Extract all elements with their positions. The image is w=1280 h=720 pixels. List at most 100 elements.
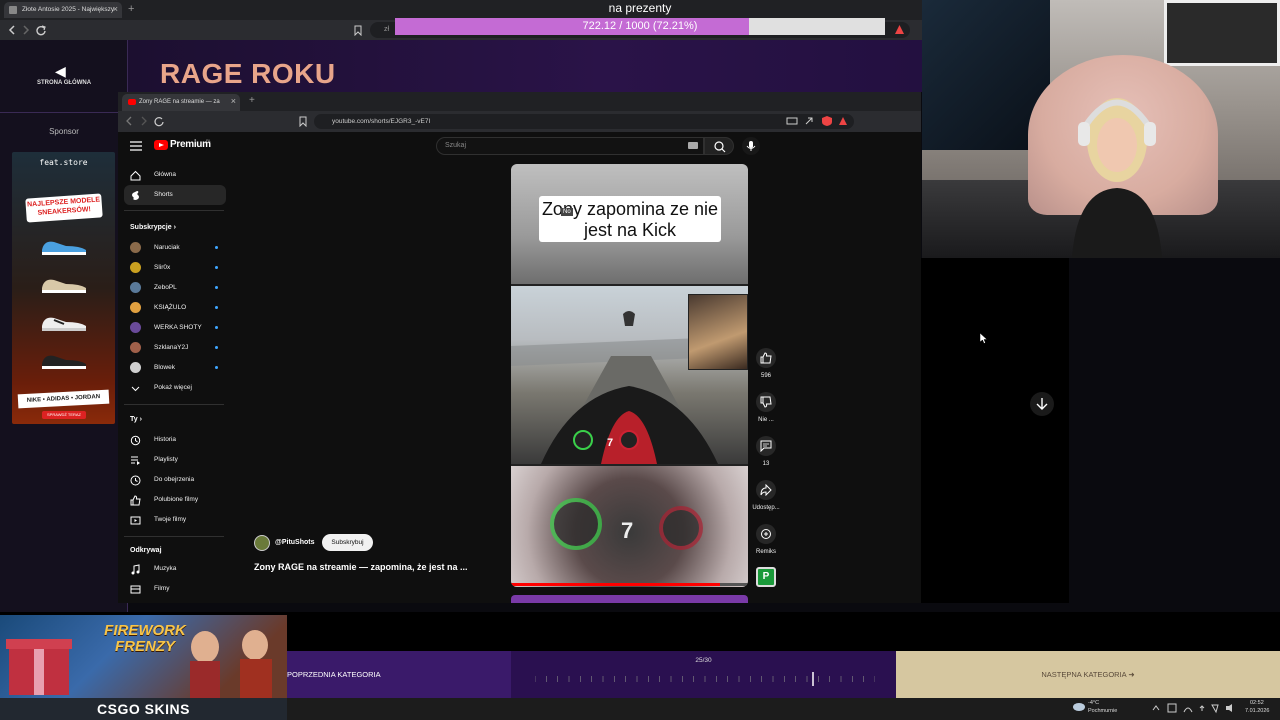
sidebar-item-watch-later[interactable]: Do obejrzenia (124, 470, 226, 490)
chevron-right-icon: › (173, 224, 176, 231)
bookmark-icon[interactable] (298, 116, 308, 127)
subscribe-button[interactable]: Subskrybuj (322, 534, 373, 551)
new-tab-button[interactable]: + (128, 3, 134, 15)
sidebar-item-films[interactable]: Filmy (124, 579, 226, 599)
sidebar-item-subscription[interactable]: KSIĄŻULO (124, 298, 226, 318)
comments-button[interactable] (756, 436, 776, 456)
inner-address-bar[interactable]: youtube.com/shorts/EJGR3_-vE7I (314, 114, 854, 129)
ad-cta-button[interactable]: SPRAWDŹ TERAZ (42, 411, 86, 419)
new-content-dot (215, 306, 218, 309)
sidebar-item-subscription[interactable]: SzklanaY2J (124, 338, 226, 358)
sidebar-item-playlists[interactable]: Playlisty (124, 450, 226, 470)
back-home-icon[interactable]: ◀ (55, 63, 66, 80)
sidebar-item-subscription[interactable]: Naruciak (124, 238, 226, 258)
reload-icon[interactable] (152, 114, 166, 128)
channel-avatar (130, 322, 141, 333)
reload-icon[interactable] (33, 22, 49, 38)
inner-url-text: youtube.com/shorts/EJGR3_-vE7I (332, 118, 431, 125)
remix-button[interactable] (756, 524, 776, 544)
sound-channel-avatar[interactable]: P (756, 567, 776, 587)
sidebar-divider (124, 210, 224, 211)
new-content-dot (215, 366, 218, 369)
channel-avatar[interactable] (254, 535, 270, 551)
sidebar-item-home[interactable]: Główna (124, 165, 226, 185)
sidebar-item-music[interactable]: Muzyka (124, 559, 226, 579)
chevron-down-icon (131, 386, 140, 392)
search-input[interactable]: Szukaj (436, 137, 704, 155)
new-tab-button[interactable]: + (249, 95, 255, 106)
svg-text:7: 7 (607, 437, 613, 449)
weather-description[interactable]: Pochmurnie (1088, 708, 1117, 714)
like-button[interactable] (756, 348, 776, 368)
youtube-tab[interactable]: Zony RAGE na streamie — za × (122, 94, 240, 111)
new-content-dot (215, 266, 218, 269)
short-progress-bar[interactable] (511, 583, 748, 586)
sidebar-item-shorts[interactable]: Shorts (124, 185, 226, 205)
sidebar-item-subscription[interactable]: ZeboPL (124, 278, 226, 298)
screen-icon[interactable] (786, 116, 798, 126)
sneaker-icon (42, 279, 86, 293)
remix-icon (761, 529, 771, 539)
short-title[interactable]: Zony RAGE na streamie — zapomina, że jes… (254, 562, 468, 572)
next-short-preview[interactable] (511, 595, 748, 603)
music-icon (131, 564, 140, 575)
previous-category-label: POPRZEDNIA KATEGORIA (287, 670, 381, 679)
share-button[interactable] (756, 480, 776, 500)
search-button[interactable] (704, 137, 734, 155)
outer-browser-tab[interactable]: Złote Antosie 2025 - Największy × (4, 2, 122, 18)
warning-icon[interactable] (838, 116, 848, 126)
sidebar-item-label: Twoje filmy (154, 516, 187, 523)
webcam-wall-picture (1164, 0, 1280, 66)
game-ad-banner[interactable]: FIREWORK FRENZY (0, 615, 287, 698)
dislike-button[interactable] (756, 392, 776, 412)
share-page-icon[interactable] (804, 116, 814, 126)
hamburger-menu-icon[interactable] (130, 141, 142, 151)
new-content-dot (215, 346, 218, 349)
youtube-logo-icon[interactable] (154, 140, 168, 150)
sponsor-ad[interactable]: feat.store NAJLEPSZE MODELE SNEAKERSÓW! … (12, 152, 115, 424)
sneaker-icon (42, 317, 86, 331)
clock-time[interactable]: 02:52 (1250, 700, 1264, 706)
extension-shield-icon[interactable] (821, 115, 833, 127)
back-arrow-icon[interactable] (122, 114, 136, 128)
home-icon (130, 170, 141, 181)
forward-arrow-icon[interactable] (137, 114, 151, 128)
subscriptions-heading[interactable]: Subskrypcje › (130, 224, 176, 231)
next-short-button[interactable] (1030, 392, 1054, 416)
you-heading[interactable]: Ty › (130, 416, 142, 423)
game-characters-image (190, 630, 272, 698)
close-tab-icon[interactable]: × (113, 4, 118, 14)
next-category-button[interactable]: NASTĘPNA KATEGORIA ➜ (896, 651, 1280, 698)
sidebar-divider (0, 112, 128, 113)
show-more-button[interactable]: Pokaż więcej (124, 378, 226, 398)
sidebar-item-label: Historia (154, 436, 177, 443)
streamer-person-image (1072, 98, 1162, 258)
csgo-skins-banner[interactable]: CSGO SKINS (0, 698, 287, 720)
channel-name[interactable]: @PituShots (275, 539, 315, 546)
short-video-player[interactable]: Zony zapomina ze nie jest na Kick No 7 7 (511, 164, 748, 587)
keyboard-icon[interactable] (688, 142, 698, 149)
sidebar-item-label: Shorts (154, 191, 173, 198)
sidebar-item-history[interactable]: Historia (124, 430, 226, 450)
home-link[interactable]: STRONA GŁÓWNA (0, 80, 128, 86)
clock-date[interactable]: 7.01.2026 (1245, 708, 1269, 714)
system-tray-icons[interactable] (1150, 702, 1240, 714)
ad-headline: NAJLEPSZE MODELE SNEAKERSÓW! (25, 193, 103, 223)
sidebar-item-subscription[interactable]: Blowek (124, 358, 226, 378)
weather-temperature[interactable]: -4°C (1088, 700, 1099, 706)
bookmark-icon[interactable] (352, 24, 364, 36)
close-tab-icon[interactable]: × (231, 96, 236, 106)
ad-brand-logo: feat.store (39, 158, 88, 167)
voice-search-button[interactable] (742, 137, 760, 155)
windows-taskbar (287, 698, 1280, 720)
previous-category-button[interactable]: POPRZEDNIA KATEGORIA (287, 651, 511, 698)
new-content-dot (215, 246, 218, 249)
new-content-dot (215, 326, 218, 329)
youtube-window: Zony RAGE na streamie — za × + youtube.c… (118, 92, 921, 603)
youtube-brand[interactable]: Premium (170, 139, 211, 150)
sidebar-item-liked-videos[interactable]: Polubione filmy (124, 490, 226, 510)
sidebar-item-your-videos[interactable]: Twoje filmy (124, 510, 226, 530)
sidebar-item-subscription[interactable]: Slir0x (124, 258, 226, 278)
sidebar-item-subscription[interactable]: WERKA SHOTY (124, 318, 226, 338)
forward-arrow-icon[interactable] (18, 22, 34, 38)
